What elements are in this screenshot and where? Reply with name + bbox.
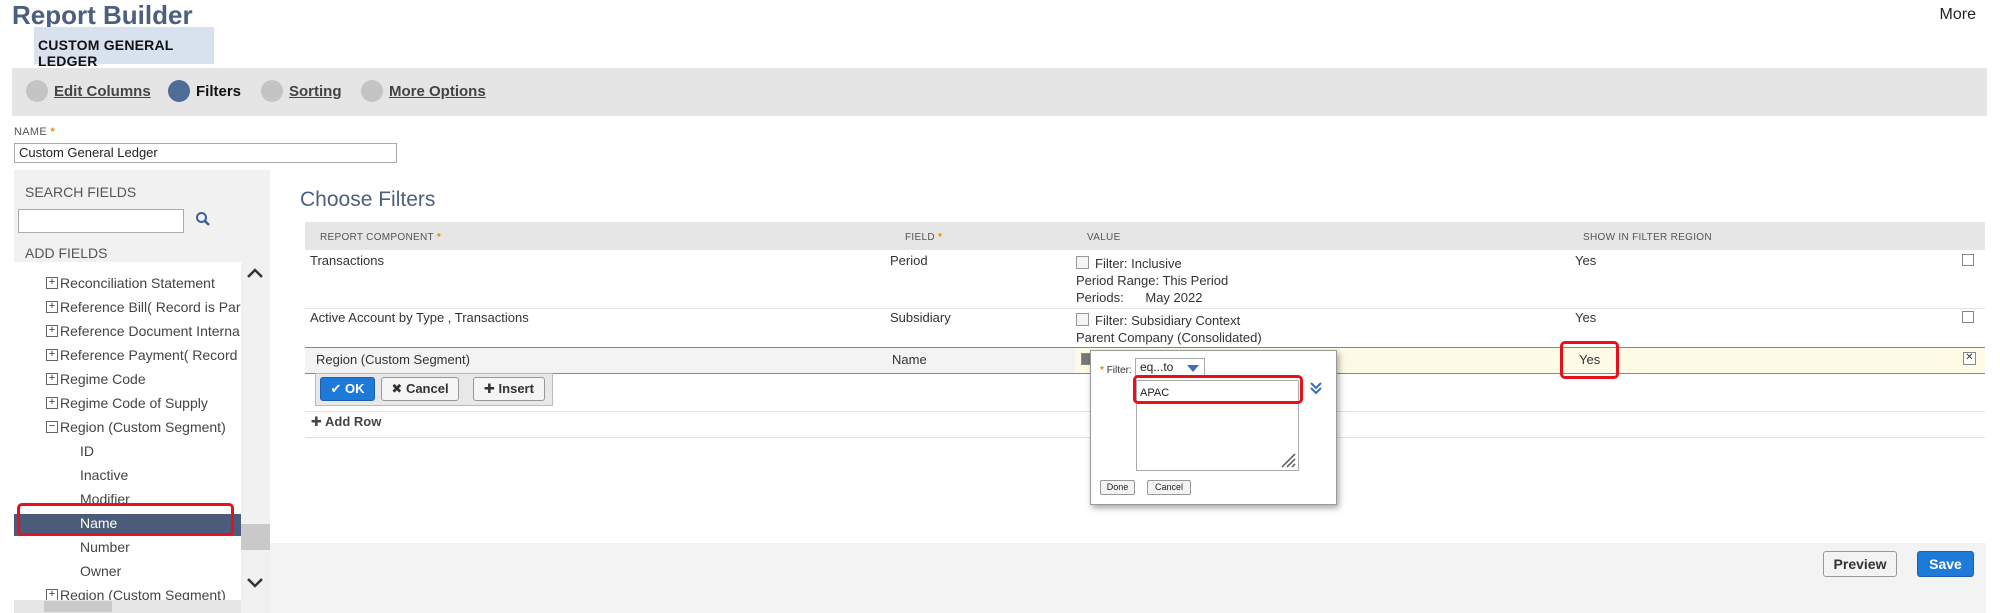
ok-button[interactable]: ✔ OK	[320, 377, 375, 401]
column-header-text: REPORT COMPONENT	[320, 232, 434, 243]
chevron-up-icon[interactable]	[246, 266, 264, 284]
search-fields-label: SEARCH FIELDS	[25, 184, 137, 200]
report-tab[interactable]: CUSTOM GENERAL LEDGER	[34, 27, 214, 69]
filter-operator-select[interactable]: eq...to	[1135, 358, 1205, 376]
expand-plus-icon[interactable]: +	[46, 325, 58, 337]
row-checkbox[interactable]	[1962, 254, 1974, 266]
column-header-field: FIELD *	[905, 232, 942, 243]
button-label: Cancel	[405, 381, 449, 396]
expand-plus-icon[interactable]: +	[46, 349, 58, 361]
step-circle-icon	[26, 80, 48, 102]
expand-plus-icon[interactable]: +	[46, 277, 58, 289]
value-line: Periods: May 2022	[1076, 290, 1203, 305]
search-input[interactable]	[18, 209, 184, 233]
steps-bar: Edit Columns Filters Sorting More Option…	[12, 68, 1987, 116]
resize-grip-icon[interactable]	[1278, 450, 1296, 471]
step-label: Filters	[196, 83, 242, 100]
search-icon[interactable]	[195, 211, 213, 231]
caret-down-icon	[1187, 365, 1199, 372]
column-header-value: VALUE	[1087, 232, 1121, 243]
list-item-label: ID	[80, 443, 94, 459]
column-header-text: FIELD	[905, 232, 935, 243]
button-label: Insert	[498, 381, 534, 396]
required-mark: *	[937, 232, 943, 243]
list-item-label: Reconciliation Statement	[60, 275, 215, 291]
more-link[interactable]: More	[1940, 6, 1976, 24]
vertical-scrollbar[interactable]	[241, 262, 270, 613]
value-line: Filter: Subsidiary Context	[1095, 313, 1241, 328]
value-line: Period Range: This Period	[1076, 273, 1229, 288]
save-button[interactable]: Save	[1917, 551, 1974, 577]
edit-icon[interactable]	[1076, 256, 1089, 270]
list-item-label: Owner	[80, 563, 122, 579]
row-show: Yes	[1575, 253, 1597, 268]
select-value: eq...to	[1140, 360, 1174, 374]
row-show: Yes	[1575, 310, 1597, 325]
row-field[interactable]: Period	[890, 253, 928, 268]
required-mark: *	[50, 126, 55, 138]
filter-label-text: Filter:	[1106, 365, 1132, 376]
step-circle-icon	[261, 80, 283, 102]
filter-label: * Filter:	[1100, 365, 1132, 376]
required-mark: *	[436, 232, 442, 243]
expand-plus-icon[interactable]: +	[46, 397, 58, 409]
step-label: Sorting	[289, 83, 342, 100]
section-title: Choose Filters	[300, 188, 436, 211]
row-component[interactable]: Transactions	[310, 253, 384, 268]
close-icon[interactable]: ✕	[1963, 352, 1976, 365]
list-item-label: Regime Code of Supply	[60, 395, 208, 411]
required-mark: *	[1100, 365, 1104, 376]
scrollbar-thumb[interactable]	[241, 524, 270, 550]
step-label: More Options	[389, 83, 486, 100]
expand-plus-icon[interactable]: +	[46, 373, 58, 385]
step-circle-icon	[168, 80, 190, 102]
popup-cancel-button[interactable]: Cancel	[1147, 480, 1191, 495]
list-item-label: Number	[80, 539, 130, 555]
list-item-label: Reference Bill( Record is Pare	[60, 299, 241, 315]
row-checkbox[interactable]	[1962, 311, 1974, 323]
highlight-box	[1133, 375, 1303, 404]
step-circle-icon	[361, 80, 383, 102]
add-fields-label: ADD FIELDS	[25, 245, 108, 261]
name-input[interactable]: Custom General Ledger	[14, 143, 397, 163]
highlight-box	[1560, 341, 1619, 379]
row-field[interactable]: Subsidiary	[890, 310, 951, 325]
list-item-label: Regime Code	[60, 371, 146, 387]
row-value[interactable]: Filter: Subsidiary Context	[1076, 313, 1240, 328]
add-row-link[interactable]: ✚ Add Row	[311, 414, 381, 430]
highlight-box	[17, 503, 234, 536]
edit-icon[interactable]	[1076, 313, 1089, 327]
column-header-show: SHOW IN FILTER REGION	[1583, 232, 1712, 243]
insert-button[interactable]: ✚ Insert	[473, 377, 545, 401]
horizontal-scrollbar-thumb[interactable]	[44, 601, 112, 612]
row-divider	[305, 308, 1985, 309]
report-tab-label: CUSTOM GENERAL LEDGER	[38, 37, 174, 69]
button-label: OK	[345, 381, 365, 396]
field-list: + Reconciliation Statement + Reference Bil…	[14, 262, 241, 613]
grid-header: REPORT COMPONENT * FIELD * VALUE SHOW IN…	[305, 222, 1985, 250]
row-value[interactable]: Filter: Inclusive	[1076, 256, 1182, 271]
name-label-text: NAME	[14, 126, 47, 138]
list-item-label: Reference Document Interna	[60, 323, 240, 339]
double-chevron-down-icon[interactable]	[1310, 381, 1322, 398]
name-label: NAME *	[14, 126, 55, 138]
value-line: Parent Company (Consolidated)	[1076, 330, 1262, 345]
list-item-label: Region (Custom Segment)	[60, 419, 226, 435]
edit-row-field[interactable]: Name	[892, 352, 927, 367]
row-component[interactable]: Active Account by Type , Transactions	[310, 310, 529, 325]
column-header-component: REPORT COMPONENT *	[320, 232, 441, 243]
footer-bar	[270, 543, 1986, 613]
add-row-label: Add Row	[325, 414, 382, 429]
cancel-button[interactable]: ✖ Cancel	[381, 377, 459, 401]
value-line: Filter: Inclusive	[1095, 256, 1182, 271]
preview-button[interactable]: Preview	[1823, 551, 1897, 577]
list-item-label: Reference Payment( Record is	[60, 347, 241, 363]
collapse-minus-icon[interactable]: −	[46, 421, 58, 433]
list-item-label: Inactive	[80, 467, 129, 483]
expand-plus-icon[interactable]: +	[46, 301, 58, 313]
chevron-down-icon[interactable]	[246, 576, 264, 594]
edit-row-component[interactable]: Region (Custom Segment)	[316, 352, 470, 367]
done-button[interactable]: Done	[1100, 480, 1135, 495]
step-label: Edit Columns	[54, 83, 151, 100]
